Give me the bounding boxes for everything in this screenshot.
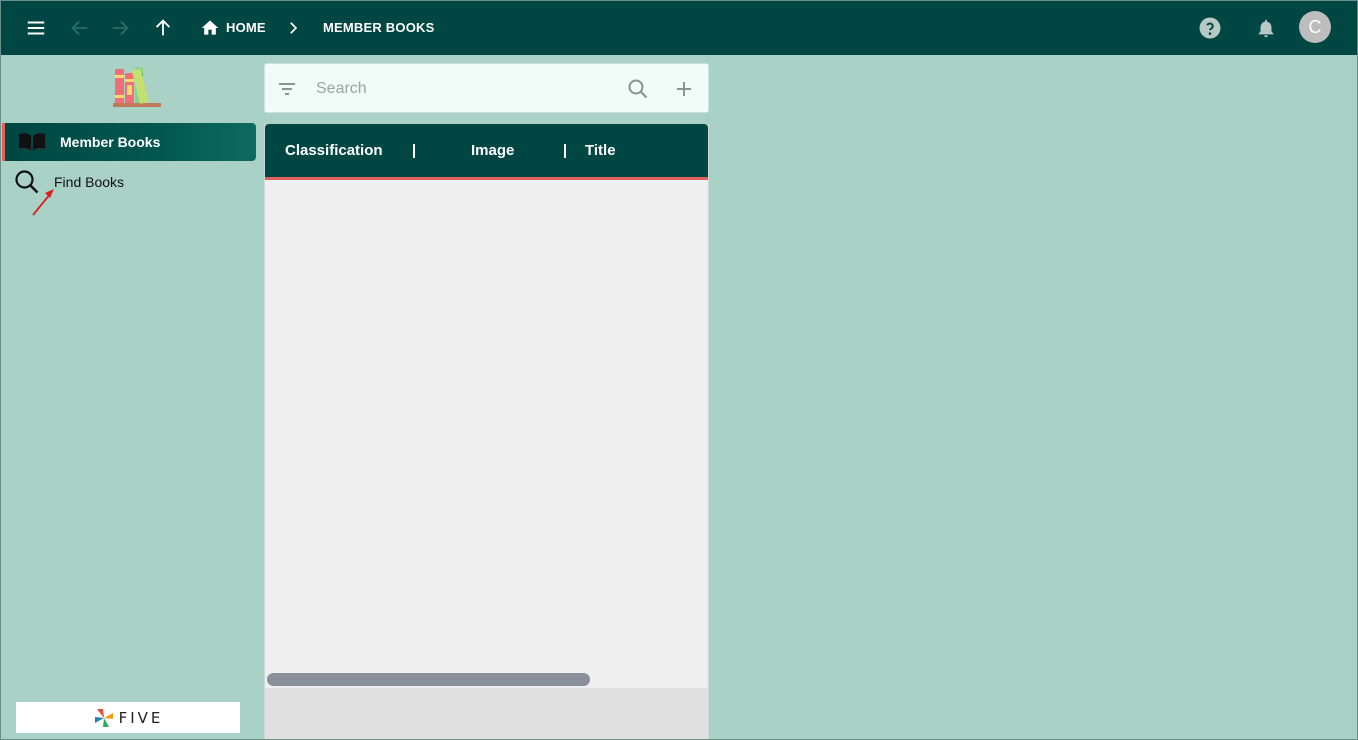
chevron-right-icon	[278, 13, 308, 43]
list-footer	[265, 688, 708, 740]
up-arrow-icon[interactable]	[148, 13, 178, 43]
home-icon[interactable]	[195, 13, 225, 43]
five-logo-text: FIVE	[118, 708, 164, 727]
filter-icon[interactable]	[275, 77, 299, 101]
column-header-image[interactable]: Image	[471, 142, 514, 159]
search-icon[interactable]	[626, 77, 650, 101]
notification-bell-icon[interactable]	[1251, 13, 1281, 43]
sidebar-item-label: Member Books	[60, 134, 161, 150]
search-input[interactable]	[316, 76, 616, 102]
user-avatar[interactable]: C	[1299, 11, 1331, 43]
column-header-title[interactable]: Title	[585, 142, 616, 159]
add-icon[interactable]	[672, 77, 696, 101]
help-icon[interactable]	[1195, 13, 1225, 43]
forward-arrow-icon[interactable]	[105, 13, 135, 43]
column-header-classification[interactable]: Classification	[285, 142, 383, 159]
column-divider[interactable]	[413, 144, 415, 158]
list-body	[265, 180, 708, 670]
top-bar: HOME MEMBER BOOKS C	[0, 0, 1358, 55]
sidebar-item-label: Find Books	[54, 174, 125, 190]
column-divider[interactable]	[564, 144, 566, 158]
breadcrumb-current: MEMBER BOOKS	[323, 20, 435, 35]
breadcrumb-home[interactable]: HOME	[226, 19, 266, 36]
books-logo-icon	[110, 63, 162, 109]
sidebar-item-member-books[interactable]: Member Books	[2, 123, 256, 161]
back-arrow-icon[interactable]	[65, 13, 95, 43]
five-logo: FIVE	[16, 702, 240, 733]
horizontal-scrollbar-thumb[interactable]	[267, 673, 590, 686]
hamburger-menu-icon[interactable]	[21, 13, 51, 43]
red-arrow-annotation-icon	[30, 186, 58, 218]
five-logo-icon	[94, 708, 113, 727]
list-header: Classification Image Title	[265, 124, 708, 180]
open-book-icon	[18, 131, 46, 153]
search-bar	[264, 63, 709, 113]
